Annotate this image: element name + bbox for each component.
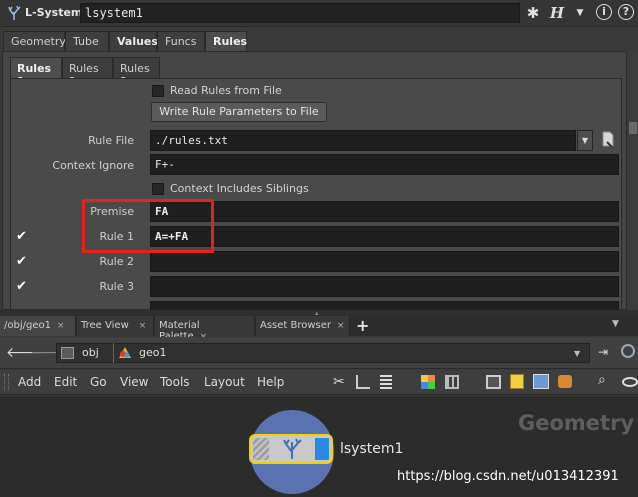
write-rule-parameters-button[interactable]: Write Rule Parameters to File — [151, 102, 327, 122]
tab-rules-1[interactable]: Rules 1 — [10, 57, 62, 88]
package-icon[interactable] — [558, 375, 572, 388]
read-rules-checkbox[interactable] — [152, 85, 164, 97]
menu-layout[interactable]: Layout — [204, 375, 245, 389]
rule-file-field[interactable]: ./rules.txt — [150, 130, 576, 151]
context-ignore-field[interactable]: F+- — [150, 154, 619, 175]
gear-icon[interactable]: ✱ — [524, 4, 542, 22]
menubar-grip — [4, 374, 9, 390]
wrench-tools-icon[interactable]: ✂ — [333, 374, 345, 390]
path-separator — [104, 343, 114, 363]
context-siblings-checkbox[interactable] — [152, 183, 164, 195]
tab-rules-3[interactable]: Rules 3 — [113, 57, 160, 88]
tab-funcs[interactable]: Funcs — [157, 31, 205, 51]
lsystem-tree-icon — [283, 438, 302, 459]
houdini-help-icon[interactable]: H — [548, 4, 566, 22]
path-obj[interactable]: obj — [82, 346, 99, 359]
pane-tab-network-label: /obj/geo1 — [4, 320, 51, 331]
node-display-flag[interactable] — [315, 438, 329, 460]
lsystem-node[interactable] — [249, 434, 333, 464]
background-image-icon[interactable] — [533, 374, 549, 389]
path-dropdown-arrow-icon[interactable]: ▼ — [574, 349, 580, 358]
sticky-note-icon[interactable] — [510, 374, 524, 389]
pane-tab-material-palette[interactable]: Material Palette× — [155, 316, 255, 342]
context-siblings-label: Context Includes Siblings — [170, 182, 309, 195]
watermark-text: https://blog.csdn.net/u013412391 — [397, 469, 619, 484]
pane-tab-asset-browser-label: Asset Browser — [260, 320, 332, 331]
close-icon[interactable]: × — [139, 321, 147, 331]
tab-values[interactable]: Values — [109, 31, 158, 51]
pin-icon[interactable]: ⇥ — [598, 345, 608, 359]
node-bypass-flag[interactable] — [253, 438, 269, 460]
rule1-field[interactable]: A=+FA — [150, 226, 619, 247]
network-context-title: Geometry — [518, 411, 635, 435]
tab-rules[interactable]: Rules — [205, 31, 247, 51]
eye-icon[interactable] — [622, 377, 638, 387]
pane-tab-menu-arrow-icon[interactable]: ▼ — [612, 319, 619, 329]
color-palette-icon[interactable] — [421, 375, 435, 389]
network-box-icon[interactable] — [486, 375, 501, 389]
menu-view[interactable]: View — [120, 375, 148, 389]
file-chooser-icon[interactable] — [601, 131, 615, 149]
link-icon[interactable] — [621, 344, 635, 358]
menu-help[interactable]: Help — [257, 375, 284, 389]
lsystem-node-label: lsystem1 — [340, 441, 404, 457]
help-icon[interactable]: ? — [618, 4, 634, 20]
rule3-label: Rule 3 — [99, 280, 134, 293]
premise-field[interactable]: FA — [150, 201, 619, 222]
rule3-field[interactable] — [150, 276, 619, 297]
parameter-scrollbar-thumb[interactable] — [629, 122, 637, 134]
network-path-field[interactable] — [56, 343, 590, 363]
pane-tab-network[interactable]: /obj/geo1 × — [0, 316, 76, 336]
context-ignore-label: Context Ignore — [52, 159, 134, 172]
rule-file-dropdown-arrow-icon[interactable]: ▼ — [577, 130, 593, 151]
tab-geometry[interactable]: Geometry — [3, 31, 66, 51]
pane-tab-tree-view[interactable]: Tree View × — [77, 316, 154, 336]
tab-tube[interactable]: Tube — [65, 31, 109, 51]
menu-go[interactable]: Go — [90, 375, 107, 389]
search-icon[interactable]: ⌕ — [598, 372, 606, 388]
rule2-field[interactable] — [150, 251, 619, 272]
pane-tab-tree-view-label: Tree View — [81, 320, 129, 331]
close-icon[interactable]: × — [57, 321, 65, 331]
menu-edit[interactable]: Edit — [54, 375, 77, 389]
lsystem-node-icon — [8, 5, 21, 20]
premise-rule1-highlight-box — [82, 199, 214, 253]
path-geo[interactable]: geo1 — [139, 346, 166, 359]
pane-tab-asset-browser[interactable]: Asset Browser × — [256, 316, 350, 336]
rule2-label: Rule 2 — [99, 255, 134, 268]
align-icon[interactable] — [356, 375, 370, 389]
grid-icon[interactable] — [445, 375, 459, 389]
node-name-field[interactable]: lsystem1 — [80, 3, 520, 23]
info-icon[interactable]: i — [596, 4, 612, 20]
rule-file-label: Rule File — [88, 134, 134, 147]
menu-add[interactable]: Add — [18, 375, 41, 389]
menu-tools[interactable]: Tools — [160, 375, 190, 389]
obj-context-icon — [61, 347, 74, 359]
read-rules-label: Read Rules from File — [170, 84, 282, 97]
node-type-label: L-System — [25, 6, 83, 19]
geo-object-icon — [119, 347, 131, 358]
close-icon[interactable]: × — [337, 321, 345, 331]
parameter-scrollbar[interactable] — [628, 51, 638, 310]
dropdown-arrow-icon[interactable]: ▼ — [571, 4, 589, 22]
tab-rules-2[interactable]: Rules 2 — [62, 57, 113, 88]
add-pane-tab-plus-icon[interactable]: + — [356, 316, 369, 335]
rule4-field-partial[interactable] — [150, 301, 619, 310]
list-view-icon[interactable] — [380, 375, 392, 389]
